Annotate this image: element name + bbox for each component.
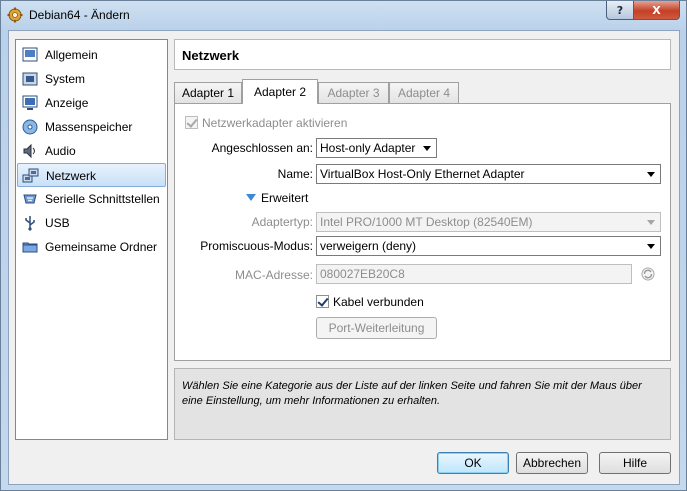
tab-adapter-2[interactable]: Adapter 2 [242, 79, 318, 104]
mac-address-label: MAC-Adresse: [234, 268, 313, 282]
cable-connected-label: Kabel verbunden [333, 295, 424, 309]
chevron-down-icon [423, 146, 431, 151]
gear-icon [7, 7, 23, 23]
name-label: Name: [277, 167, 313, 181]
title-bar[interactable]: Debian64 - Ändern ? X [1, 1, 686, 29]
settings-window: Debian64 - Ändern ? X Allgemein System A… [0, 0, 687, 491]
category-item-usb[interactable]: USB [17, 211, 166, 235]
ok-button[interactable]: OK [437, 452, 509, 474]
category-item-storage[interactable]: Massenspeicher [17, 115, 166, 139]
info-box: Wählen Sie eine Kategorie aus der Liste … [174, 368, 671, 440]
attached-to-value: Host-only Adapter [320, 141, 416, 155]
category-list[interactable]: Allgemein System Anzeige Massenspeicher … [15, 39, 168, 440]
category-label: Anzeige [45, 96, 89, 110]
usb-icon [25, 216, 35, 231]
advanced-toggle[interactable]: Erweitert [261, 191, 308, 205]
category-item-network[interactable]: Netzwerk [17, 163, 166, 187]
promiscuous-mode-select[interactable]: verweigern (deny) [316, 236, 661, 256]
system-icon [22, 72, 38, 86]
adapter-tab-pane: Netzwerkadapter aktivieren Angeschlossen… [174, 103, 671, 361]
adapter-type-label: Adaptertyp: [251, 215, 313, 229]
attached-to-label: Angeschlossen an: [211, 141, 313, 155]
category-label: Serielle Schnittstellen [45, 192, 160, 206]
category-label: Allgemein [45, 48, 98, 62]
category-item-serial-ports[interactable]: Serielle Schnittstellen [17, 187, 166, 211]
title-close-button[interactable]: X [633, 1, 680, 20]
adapter-type-select[interactable]: Intel PRO/1000 MT Desktop (82540EM) [316, 212, 661, 232]
cancel-button[interactable]: Abbrechen [516, 452, 588, 474]
expand-arrow-icon[interactable] [246, 194, 256, 201]
page-title: Netzwerk [182, 48, 240, 63]
promiscuous-mode-label: Promiscuous-Modus: [200, 239, 313, 253]
adapter-name-select[interactable]: VirtualBox Host-Only Ethernet Adapter [316, 164, 661, 184]
refresh-mac-icon[interactable] [640, 266, 656, 282]
enable-adapter-checkbox[interactable] [185, 116, 198, 129]
chevron-down-icon [647, 220, 655, 225]
network-icon [22, 168, 39, 183]
tab-adapter-3[interactable]: Adapter 3 [318, 82, 389, 103]
tab-adapter-4[interactable]: Adapter 4 [389, 82, 459, 103]
category-item-shared-folders[interactable]: Gemeinsame Ordner [17, 235, 166, 259]
promiscuous-mode-value: verweigern (deny) [320, 239, 417, 253]
dialog-client-area: Allgemein System Anzeige Massenspeicher … [8, 30, 680, 485]
attached-to-select[interactable]: Host-only Adapter [316, 138, 437, 158]
category-item-general[interactable]: Allgemein [17, 43, 166, 67]
chevron-down-icon [647, 172, 655, 177]
mac-address-field[interactable]: 080027EB20C8 [316, 264, 632, 284]
adapter-type-value: Intel PRO/1000 MT Desktop (82540EM) [320, 215, 533, 229]
title-help-button[interactable]: ? [606, 1, 634, 20]
tab-adapter-1[interactable]: Adapter 1 [174, 82, 242, 103]
category-label: Gemeinsame Ordner [45, 240, 158, 254]
adapter-name-value: VirtualBox Host-Only Ethernet Adapter [320, 167, 525, 181]
display-icon [22, 95, 38, 110]
category-label: Netzwerk [46, 169, 97, 183]
chevron-down-icon [647, 244, 655, 249]
category-item-display[interactable]: Anzeige [17, 91, 166, 115]
category-label: Audio [45, 144, 76, 158]
serial-port-icon [23, 194, 37, 204]
category-item-audio[interactable]: Audio [17, 139, 166, 163]
cable-connected-checkbox[interactable] [316, 295, 329, 308]
category-label: System [45, 72, 86, 86]
window-title: Debian64 - Ändern [29, 8, 130, 22]
storage-icon [22, 119, 38, 135]
shared-folder-icon [22, 242, 38, 253]
enable-adapter-label: Netzwerkadapter aktivieren [202, 116, 348, 130]
category-item-system[interactable]: System [17, 67, 166, 91]
page-header: Netzwerk [174, 39, 671, 70]
port-forwarding-button[interactable]: Port-Weiterleitung [316, 317, 437, 339]
audio-icon [23, 143, 35, 159]
category-label: USB [45, 216, 70, 230]
help-button[interactable]: Hilfe [599, 452, 671, 474]
category-label: Massenspeicher [45, 120, 133, 134]
general-icon [22, 47, 38, 62]
info-text: Wählen Sie eine Kategorie aus der Liste … [182, 380, 642, 407]
